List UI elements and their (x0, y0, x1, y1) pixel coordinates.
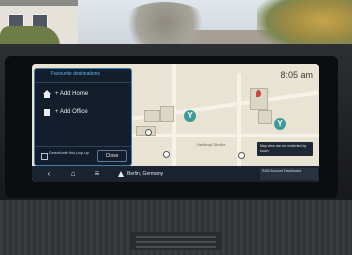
account-info[interactable]: SAM Account Dashboard (260, 168, 318, 180)
back-button[interactable]: ‹ (44, 169, 54, 179)
building (258, 110, 272, 124)
deactivate-label: Deactivate this pop-up (49, 150, 89, 155)
vent-slat (136, 241, 216, 243)
map-hint: Map view can be restricted by touch (257, 142, 313, 156)
road (132, 134, 319, 137)
chevron-left-icon: ‹ (47, 169, 51, 178)
popup-footer: Deactivate this pop-up Close (35, 146, 131, 165)
map-poi-marker[interactable]: Y (274, 118, 286, 130)
map-dot (145, 129, 152, 136)
navigation-map[interactable]: Y Y Hartkopf-Straße 8:05 am Favourite de… (32, 64, 319, 166)
house-roof (0, 0, 78, 6)
bottom-nav-bar: ‹ ⌂ ≡ Berlin, Germany SAM Account Dashbo… (32, 166, 319, 182)
add-office-button[interactable]: + Add Office (43, 105, 88, 119)
add-home-label: + Add Home (55, 91, 89, 97)
home-icon: ⌂ (70, 169, 76, 178)
map-dot (163, 151, 170, 158)
menu-button[interactable]: ≡ (92, 169, 102, 179)
favourites-popup: Favourite destinations + Add Home + Add … (34, 68, 132, 166)
vent-slat (136, 246, 216, 248)
deactivate-checkbox[interactable] (41, 153, 48, 160)
home-icon (43, 90, 51, 98)
map-poi-marker[interactable]: Y (184, 110, 196, 122)
divider (35, 82, 131, 83)
tree (120, 2, 210, 48)
add-office-label: + Add Office (55, 109, 88, 115)
add-home-button[interactable]: + Add Home (43, 87, 88, 101)
street-label: Hartkopf-Straße (197, 142, 226, 147)
infotainment-screen: Y Y Hartkopf-Straße 8:05 am Favourite de… (32, 64, 319, 182)
navigation-arrow-icon (118, 171, 124, 177)
menu-icon: ≡ (94, 169, 100, 178)
location-pin-icon (256, 90, 261, 97)
office-icon (44, 108, 50, 116)
clock: 8:05 am (280, 70, 313, 80)
popup-title: Favourite destinations (51, 71, 100, 77)
current-location[interactable]: Berlin, Germany (127, 170, 163, 178)
map-dot (238, 152, 245, 159)
building (160, 106, 174, 122)
vent-slat (136, 236, 216, 238)
building (144, 110, 160, 122)
home-button[interactable]: ⌂ (68, 169, 78, 179)
close-button[interactable]: Close (97, 150, 127, 162)
